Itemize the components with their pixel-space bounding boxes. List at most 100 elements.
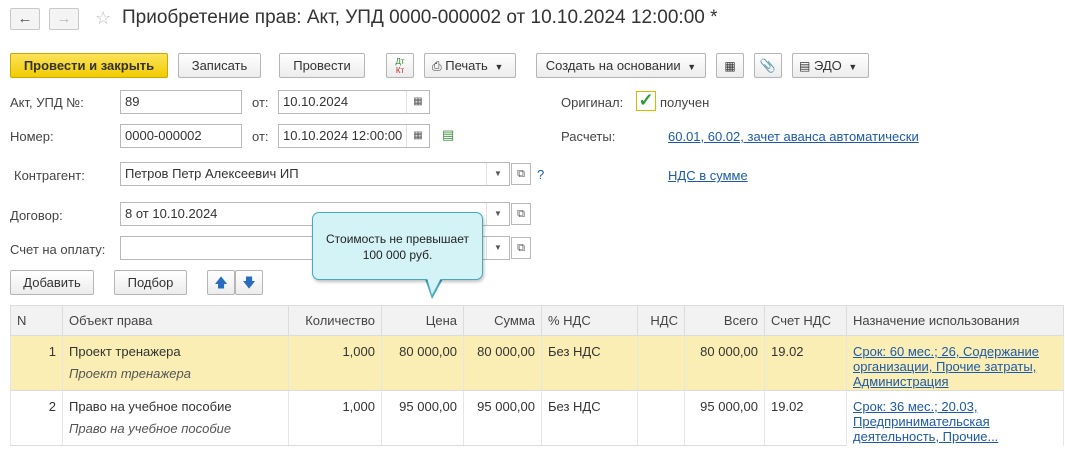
- row-purpose-link[interactable]: Срок: 36 мес.; 20.03, Предпринимательска…: [853, 399, 1057, 444]
- counterparty-label: Контрагент:: [14, 168, 85, 183]
- col-sum[interactable]: Сумма: [463, 305, 542, 336]
- post-button[interactable]: Провести: [279, 53, 365, 78]
- add-row-button[interactable]: Добавить: [10, 270, 94, 295]
- open-counterparty-button[interactable]: ⧉: [511, 163, 531, 185]
- dropdown-arrow-icon: ▼: [848, 62, 858, 72]
- tooltip-line-1: Стоимость не превышает: [326, 232, 469, 246]
- arrow-right-icon: →: [56, 10, 72, 27]
- number-date-label: от:: [252, 129, 269, 144]
- help-icon[interactable]: ?: [537, 167, 544, 182]
- dropdown-arrow-icon: ▼: [687, 62, 697, 72]
- act-number-label: Акт, УПД №:: [10, 95, 84, 110]
- select-button[interactable]: Подбор: [114, 270, 187, 295]
- vat-link[interactable]: НДС в сумме: [668, 168, 748, 183]
- original-received-label: получен: [660, 95, 710, 110]
- row-qty[interactable]: 1,000: [288, 390, 382, 419]
- history-icon[interactable]: ▤: [442, 127, 454, 143]
- open-contract-button[interactable]: ⧉: [511, 203, 531, 225]
- act-date-label: от:: [252, 95, 269, 110]
- arrow-up-icon: 🡅: [214, 275, 228, 290]
- chevron-down-icon[interactable]: ▼: [486, 203, 509, 225]
- col-price[interactable]: Цена: [381, 305, 464, 336]
- original-label: Оригинал:: [561, 95, 624, 110]
- col-qty[interactable]: Количество: [288, 305, 382, 336]
- create-based-on-button[interactable]: Создать на основании ▼: [536, 53, 706, 78]
- act-number-input[interactable]: 89: [120, 90, 242, 114]
- printer-icon: ⎙: [432, 59, 442, 73]
- move-down-button[interactable]: 🡇: [235, 270, 263, 295]
- dt-kt-button[interactable]: Дт Кт: [386, 53, 414, 78]
- col-vat-rate[interactable]: % НДС: [541, 305, 638, 336]
- structure-icon: ▦: [724, 59, 736, 73]
- row-price[interactable]: 80 000,00: [381, 335, 464, 364]
- row-number: 1: [10, 335, 63, 364]
- dt-kt-icon: Дт: [395, 57, 405, 66]
- structure-button[interactable]: ▦: [716, 53, 744, 78]
- number-date-input[interactable]: 10.10.2024 12:00:00 ▦: [278, 124, 430, 148]
- open-icon: ⧉: [517, 168, 525, 180]
- row-vat[interactable]: [637, 390, 685, 419]
- row-sum[interactable]: 95 000,00: [463, 390, 542, 419]
- table-row[interactable]: 1 Проект тренажера 1,000 80 000,00 80 00…: [10, 335, 1064, 391]
- settlements-link[interactable]: 60.01, 60.02, зачет аванса автоматически: [668, 129, 919, 144]
- forward-button[interactable]: →: [49, 8, 79, 30]
- calendar-icon[interactable]: ▦: [406, 91, 429, 113]
- move-up-button[interactable]: 🡅: [207, 270, 235, 295]
- row-object-sub: Право на учебное пособие: [62, 419, 289, 446]
- post-and-close-button[interactable]: Провести и закрыть: [10, 53, 168, 78]
- calendar-icon[interactable]: ▦: [406, 125, 429, 147]
- counterparty-input[interactable]: Петров Петр Алексеевич ИП ▼: [120, 162, 510, 186]
- dropdown-arrow-icon: ▼: [494, 62, 504, 72]
- original-checkbox[interactable]: ✓: [636, 91, 656, 111]
- arrow-down-icon: 🡇: [242, 275, 256, 290]
- edo-button[interactable]: ▤ ЭДО ▼: [792, 53, 869, 78]
- col-total[interactable]: Всего: [684, 305, 765, 336]
- invoice-label: Счет на оплату:: [10, 242, 106, 257]
- price-tooltip: Стоимость не превышает 100 000 руб.: [312, 212, 483, 280]
- page-title: Приобретение прав: Акт, УПД 0000-000002 …: [122, 7, 718, 28]
- row-vat-rate[interactable]: Без НДС: [541, 390, 638, 419]
- number-label: Номер:: [10, 129, 54, 144]
- row-object[interactable]: Проект тренажера: [62, 335, 289, 364]
- row-vat-account[interactable]: 19.02: [764, 335, 847, 364]
- open-icon: ⧉: [517, 242, 525, 254]
- row-sum[interactable]: 80 000,00: [463, 335, 542, 364]
- back-button[interactable]: ←: [10, 8, 40, 30]
- row-vat-account[interactable]: 19.02: [764, 390, 847, 419]
- rights-table: N Объект права Количество Цена Сумма % Н…: [10, 305, 1064, 446]
- settlements-label: Расчеты:: [561, 129, 616, 144]
- col-vat[interactable]: НДС: [637, 305, 685, 336]
- table-row[interactable]: 2 Право на учебное пособие 1,000 95 000,…: [10, 390, 1064, 446]
- row-object-sub: Проект тренажера: [62, 364, 289, 391]
- attach-button[interactable]: 📎: [754, 53, 782, 78]
- chevron-down-icon[interactable]: ▼: [486, 237, 509, 259]
- tooltip-tail-fill: [427, 278, 441, 295]
- arrow-left-icon: ←: [17, 10, 33, 27]
- act-date-input[interactable]: 10.10.2024 ▦: [278, 90, 430, 114]
- col-object[interactable]: Объект права: [62, 305, 289, 336]
- row-number: 2: [10, 390, 63, 419]
- row-object[interactable]: Право на учебное пособие: [62, 390, 289, 419]
- paperclip-icon: 📎: [759, 58, 777, 73]
- print-button[interactable]: ⎙ Печать ▼: [424, 53, 516, 78]
- row-purpose-link[interactable]: Срок: 60 мес.; 26, Содержание организаци…: [853, 344, 1057, 389]
- col-purpose[interactable]: Назначение использования: [846, 305, 1064, 336]
- save-button[interactable]: Записать: [178, 53, 261, 78]
- checkmark-icon: ✓: [638, 90, 654, 110]
- row-vat[interactable]: [637, 335, 685, 364]
- open-invoice-button[interactable]: ⧉: [511, 237, 531, 259]
- row-vat-rate[interactable]: Без НДС: [541, 335, 638, 364]
- col-n[interactable]: N: [10, 305, 63, 336]
- row-total[interactable]: 80 000,00: [684, 335, 765, 364]
- edo-icon: ▤: [799, 59, 811, 73]
- row-total[interactable]: 95 000,00: [684, 390, 765, 419]
- chevron-down-icon[interactable]: ▼: [486, 163, 509, 185]
- row-qty[interactable]: 1,000: [288, 335, 382, 364]
- favorite-star-icon[interactable]: ☆: [95, 8, 111, 29]
- open-icon: ⧉: [517, 208, 525, 220]
- tooltip-line-2: 100 000 руб.: [362, 248, 433, 262]
- row-price[interactable]: 95 000,00: [381, 390, 464, 419]
- number-input[interactable]: 0000-000002: [120, 124, 242, 148]
- contract-label: Договор:: [10, 208, 63, 223]
- col-vat-account[interactable]: Счет НДС: [764, 305, 847, 336]
